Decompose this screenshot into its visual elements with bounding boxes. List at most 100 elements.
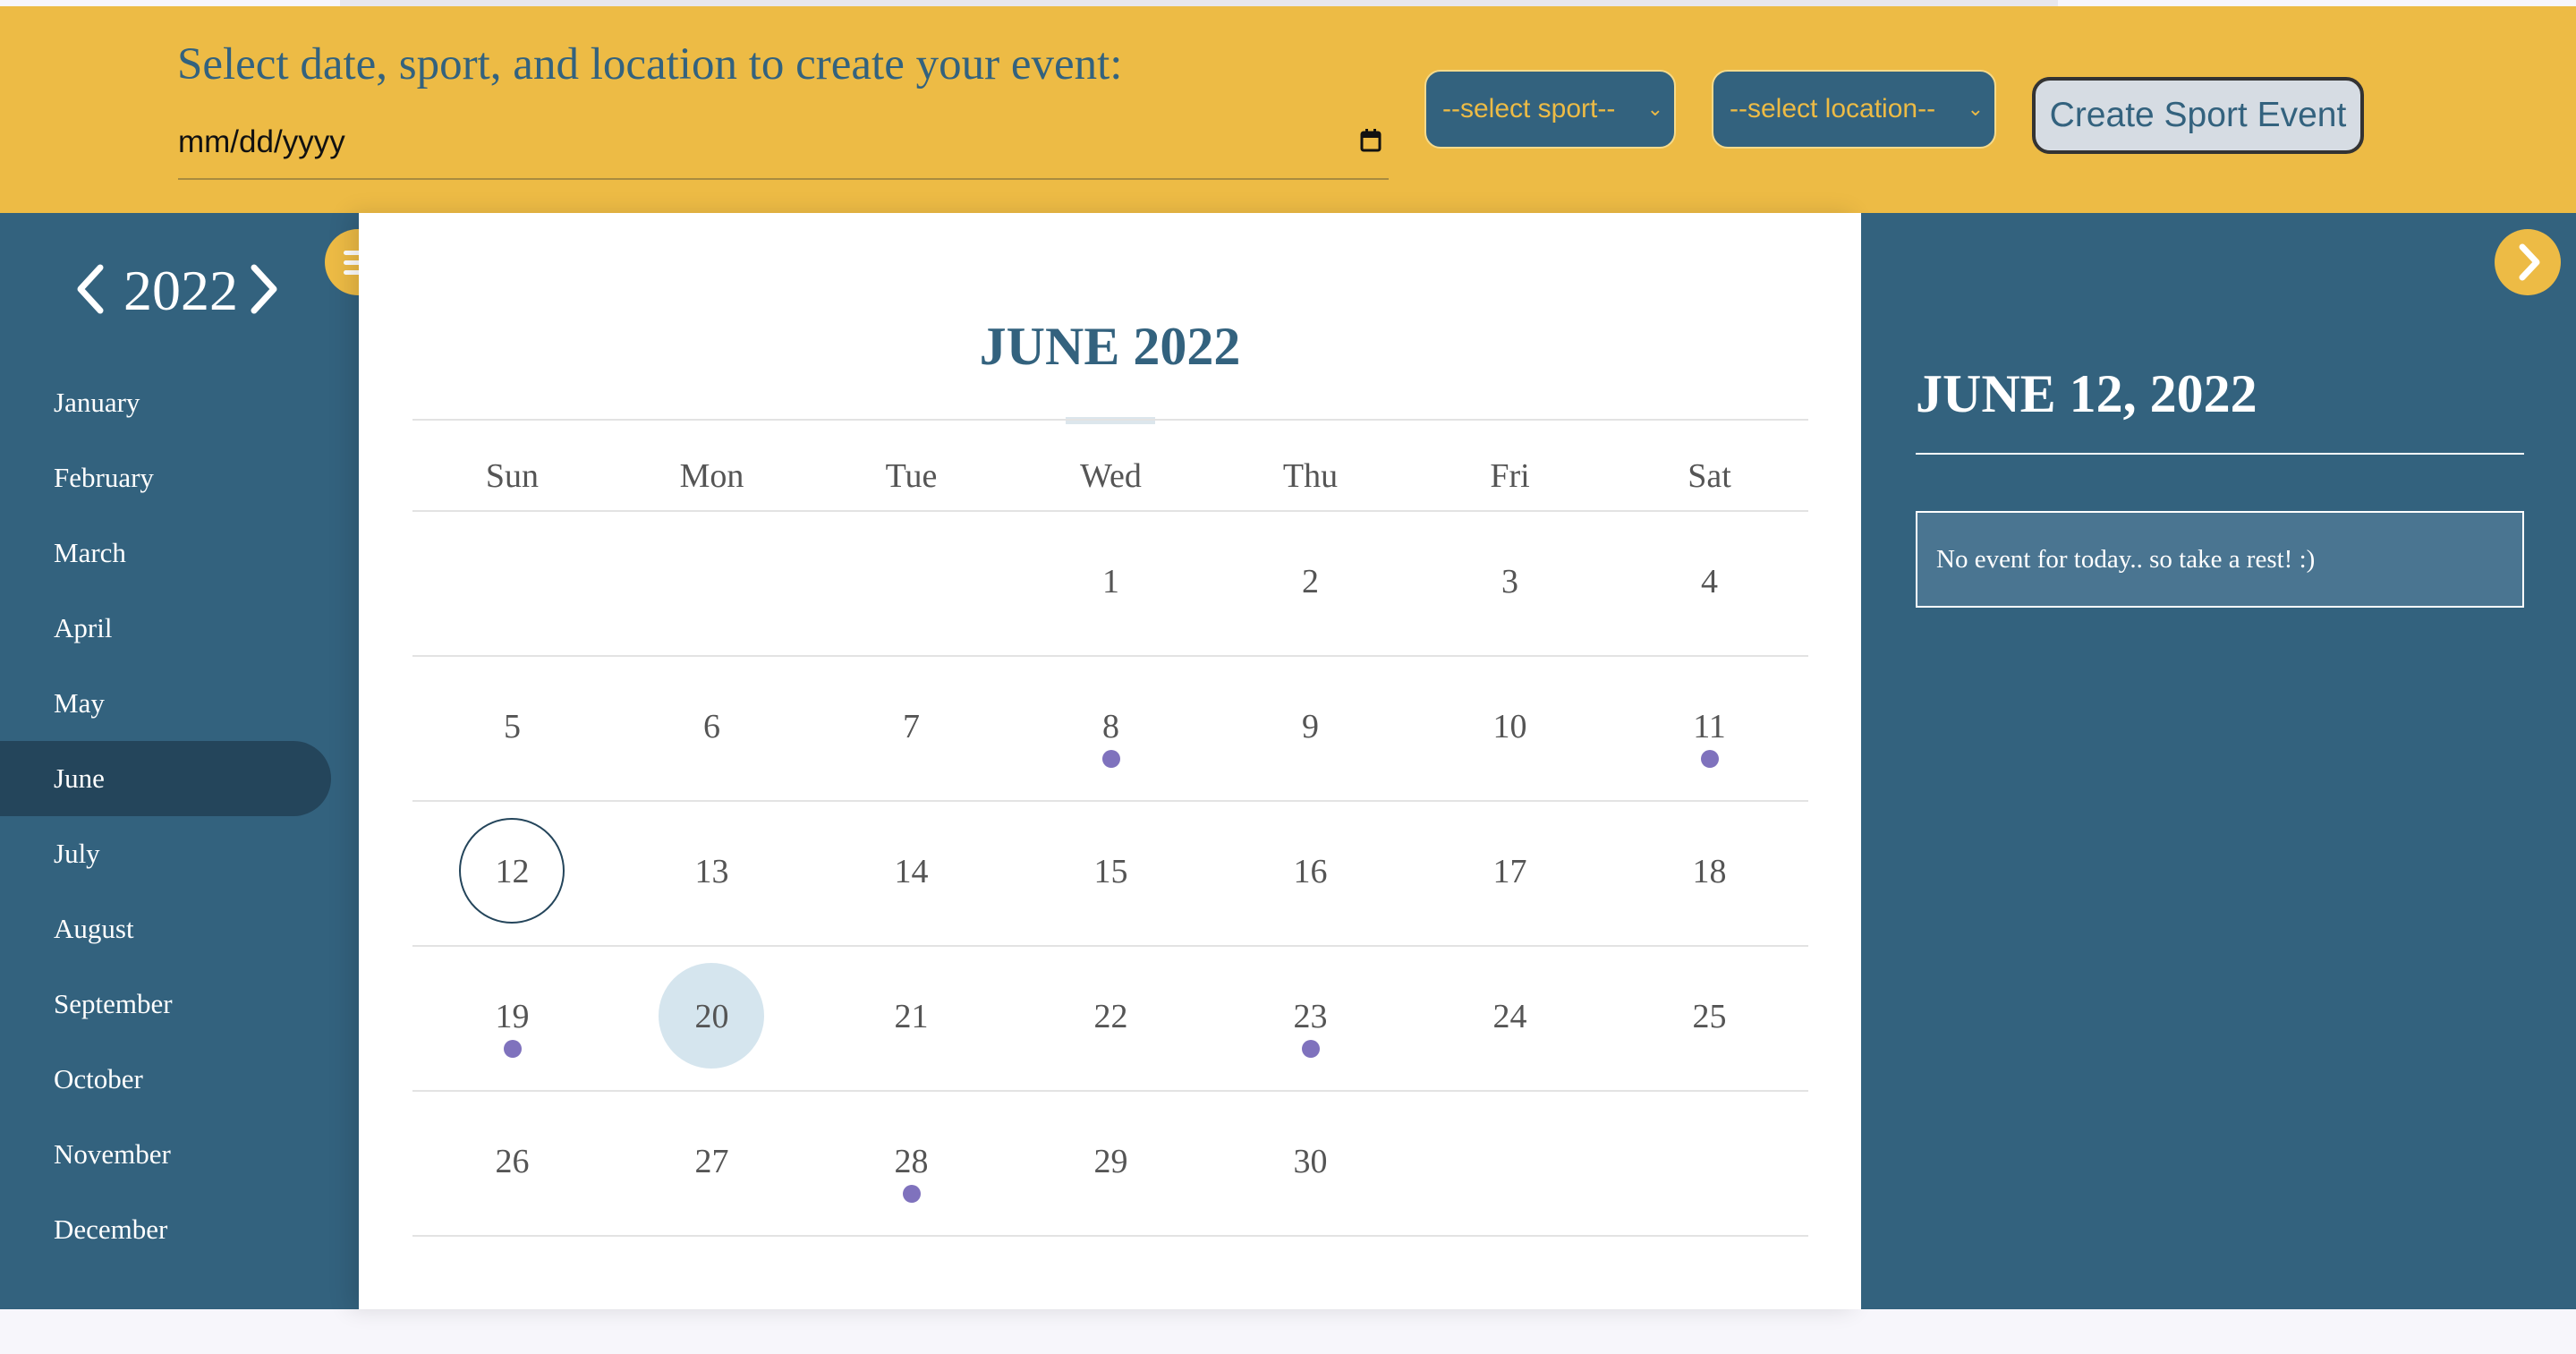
calendar-icon[interactable] [1360, 129, 1382, 152]
day-cell[interactable]: 6 [612, 707, 812, 746]
year-navigation: 2022 [72, 249, 304, 329]
day-cell[interactable]: 2 [1211, 562, 1410, 601]
day-number: 24 [1492, 998, 1527, 1035]
date-input-value: mm/dd/yyyy [178, 124, 345, 159]
month-sidebar: 2022 January February March April May June Jul… [0, 213, 359, 1309]
month-item-august[interactable]: August [0, 891, 331, 967]
day-number: 25 [1692, 998, 1727, 1035]
day-number: 10 [1492, 708, 1527, 745]
event-dot [1302, 1040, 1320, 1058]
create-sport-event-button[interactable]: Create Sport Event [2032, 77, 2364, 154]
day-cell[interactable]: 21 [812, 997, 1011, 1036]
month-item-april[interactable]: April [0, 591, 331, 666]
day-cell[interactable]: 29 [1011, 1142, 1211, 1181]
month-item-february[interactable]: February [0, 440, 331, 515]
month-item-january[interactable]: January [0, 365, 331, 440]
day-number: 30 [1293, 1143, 1328, 1180]
day-cell[interactable]: 4 [1610, 562, 1809, 601]
day-cell[interactable]: 8 [1011, 707, 1211, 768]
weekday-thu: Thu [1282, 457, 1339, 495]
date-input[interactable]: mm/dd/yyyy [178, 112, 1389, 180]
day-cell[interactable]: 25 [1610, 997, 1809, 1036]
day-cell[interactable]: 1 [1011, 562, 1211, 601]
day-number: 17 [1492, 853, 1527, 890]
day-cell[interactable]: 26 [412, 1142, 612, 1181]
sport-select[interactable]: --select sport-- ⌄ [1424, 70, 1676, 149]
event-dot [1102, 750, 1120, 768]
day-number: 23 [1293, 998, 1328, 1035]
window-top-edge [340, 0, 2058, 6]
day-number: 5 [504, 708, 521, 745]
day-cell[interactable]: 28 [812, 1142, 1011, 1203]
day-cell[interactable]: 18 [1610, 852, 1809, 891]
chevron-right-icon [2519, 243, 2540, 281]
next-panel-button[interactable] [2495, 229, 2561, 295]
day-cell[interactable]: 9 [1211, 707, 1410, 746]
weekday-tue: Tue [885, 457, 938, 495]
day-cell[interactable]: 16 [1211, 852, 1410, 891]
day-cell[interactable]: 23 [1211, 997, 1410, 1058]
day-cell[interactable]: 24 [1410, 997, 1610, 1036]
day-number: 2 [1302, 563, 1319, 600]
day-number: 9 [1302, 708, 1319, 745]
day-cell[interactable]: 22 [1011, 997, 1211, 1036]
day-cell[interactable]: 12 [412, 818, 612, 924]
day-number: 16 [1293, 853, 1328, 890]
day-cell[interactable]: 17 [1410, 852, 1610, 891]
day-cell[interactable]: 10 [1410, 707, 1610, 746]
month-item-june[interactable]: June [0, 741, 331, 816]
weekday-mon: Mon [679, 457, 744, 495]
day-number: 27 [694, 1143, 729, 1180]
month-item-july[interactable]: July [0, 816, 331, 891]
month-item-november[interactable]: November [0, 1117, 331, 1192]
chevron-down-icon: ⌄ [1646, 98, 1663, 120]
month-item-september[interactable]: September [0, 967, 331, 1042]
location-select[interactable]: --select location-- ⌄ [1712, 70, 1996, 149]
date-divider [1916, 453, 2524, 455]
month-item-december[interactable]: December [0, 1192, 331, 1267]
day-cell[interactable]: 19 [412, 997, 612, 1058]
day-number: 4 [1701, 563, 1718, 600]
day-cell[interactable]: 5 [412, 707, 612, 746]
day-cell[interactable]: 13 [612, 852, 812, 891]
event-dot [1701, 750, 1719, 768]
day-number: 15 [1093, 853, 1128, 890]
grid-divider [412, 945, 1808, 947]
weekday-fri: Fri [1490, 457, 1530, 495]
month-item-march[interactable]: March [0, 515, 331, 591]
day-cell[interactable]: 15 [1011, 852, 1211, 891]
grid-divider [412, 655, 1808, 657]
grid-divider [412, 1090, 1808, 1092]
grid-divider [412, 800, 1808, 802]
weekday-sun: Sun [485, 457, 540, 495]
day-number: 13 [694, 853, 729, 890]
calendar-panel: JUNE 2022 Sun Mon Tue Wed Thu Fri Sat 1 2 3 4 5 6 7 8 9… [359, 213, 1861, 1309]
day-cell[interactable]: 30 [1211, 1142, 1410, 1181]
event-dot [504, 1040, 522, 1058]
day-cell[interactable]: 11 [1610, 707, 1809, 768]
weekday-wed: Wed [1080, 457, 1142, 495]
chevron-left-icon[interactable] [72, 262, 107, 316]
month-item-may[interactable]: May [0, 666, 331, 741]
day-cell[interactable]: 3 [1410, 562, 1610, 601]
day-number: 14 [894, 853, 929, 890]
day-number: 20 [694, 998, 729, 1035]
event-list-box: No event for today.. so take a rest! :) [1916, 511, 2524, 608]
day-number: 22 [1093, 998, 1128, 1035]
location-select-value: --select location-- [1730, 94, 1936, 123]
day-cell[interactable]: 27 [612, 1142, 812, 1181]
day-number: 7 [903, 708, 920, 745]
day-cell[interactable]: 7 [812, 707, 1011, 746]
grid-divider [412, 419, 1808, 421]
grid-divider [412, 1235, 1808, 1237]
day-number: 21 [894, 998, 929, 1035]
event-dot [903, 1185, 921, 1203]
day-number: 8 [1102, 708, 1119, 745]
event-creation-header: Select date, sport, and location to crea… [0, 6, 2576, 213]
year-label: 2022 [123, 259, 238, 322]
sport-select-value: --select sport-- [1442, 94, 1616, 123]
month-item-october[interactable]: October [0, 1042, 331, 1117]
day-cell[interactable]: 20 [612, 963, 812, 1069]
day-cell[interactable]: 14 [812, 852, 1011, 891]
chevron-right-icon[interactable] [247, 262, 283, 316]
